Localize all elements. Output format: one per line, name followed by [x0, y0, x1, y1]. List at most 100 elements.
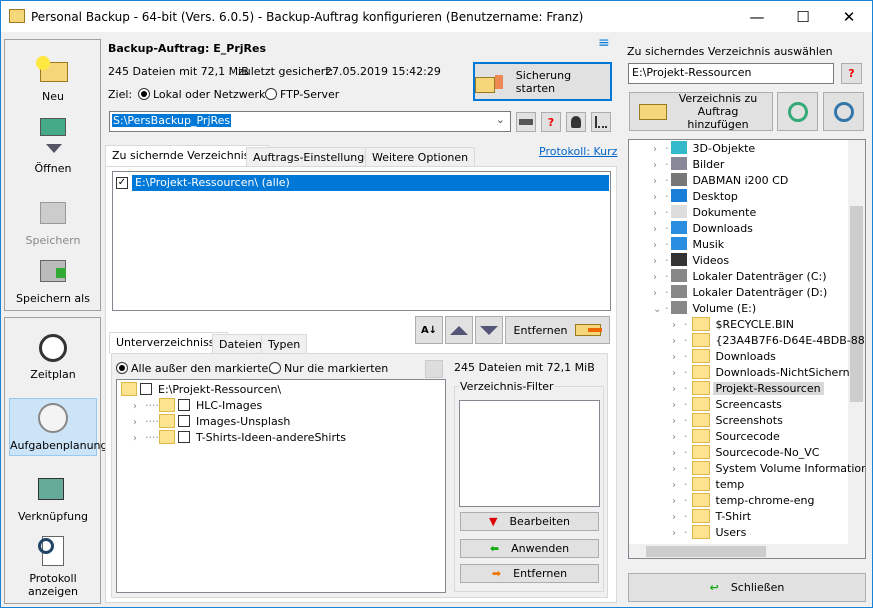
chevron-right-icon[interactable]: ›	[653, 142, 665, 158]
schedule-button[interactable]: Zeitplan	[9, 332, 97, 381]
maximize-button[interactable]: ☐	[780, 1, 826, 32]
target-local-radio[interactable]: Lokal oder Netzwerk	[138, 88, 265, 101]
folder-tree-item[interactable]: › · 3D-Objekte	[653, 141, 755, 157]
chevron-right-icon[interactable]: ›	[653, 238, 665, 254]
folder-tree-item[interactable]: › · T-Shirt	[672, 509, 751, 525]
folder-tree-item[interactable]: ⌄ · Volume (E:)	[653, 301, 756, 317]
folder-tree-item[interactable]: › · temp-chrome-eng	[672, 493, 814, 509]
chevron-right-icon[interactable]: ›	[653, 270, 665, 286]
task-scheduler-button[interactable]: Aufgabenplanung	[9, 398, 108, 456]
chevron-right-icon[interactable]: ›	[672, 334, 684, 350]
user-button[interactable]	[566, 112, 586, 132]
chevron-right-icon[interactable]: ›	[653, 190, 665, 206]
right-help-button[interactable]: ?	[841, 63, 862, 84]
scrollbar-thumb[interactable]	[850, 206, 863, 402]
apply-filter-button[interactable]: ⬅ Anwenden	[460, 539, 599, 558]
chevron-right-icon[interactable]: ›	[672, 382, 684, 398]
folder-tree-item[interactable]: › · {23A4B7F6-D64E-4BDB-888B	[672, 333, 865, 350]
radio-all-except[interactable]: Alle außer den markierten	[116, 362, 275, 375]
list-item[interactable]: ✓ E:\Projekt-Ressourcen\ (alle)	[115, 175, 609, 191]
tab-directories[interactable]: Zu sichernde Verzeichnisse	[105, 145, 269, 167]
close-dialog-button[interactable]: ↩ Schließen	[628, 573, 866, 602]
chevron-right-icon[interactable]: ›	[672, 478, 684, 494]
chevron-right-icon[interactable]: ›	[653, 286, 665, 302]
search-back-button[interactable]	[777, 92, 818, 131]
folder-tree-item[interactable]: › · DABMAN i200 CD	[653, 173, 788, 189]
protocol-link[interactable]: Protokoll: Kurz	[539, 145, 617, 158]
edit-filter-button[interactable]: ▼ Bearbeiten	[460, 512, 599, 531]
add-directory-button[interactable]: Verzeichnis zu Auftrag hinzufügen	[629, 92, 773, 131]
shortcut-button[interactable]: Verknüpfung	[9, 474, 97, 523]
folder-tree-item[interactable]: › · $RECYCLE.BIN	[672, 317, 794, 333]
directory-filter-input[interactable]	[459, 400, 600, 507]
search-forward-button[interactable]	[823, 92, 864, 131]
folder-tree-item[interactable]: › · Users	[672, 525, 746, 541]
tree-root[interactable]: E:\Projekt-Ressourcen\	[121, 382, 281, 398]
chevron-right-icon[interactable]: ›	[672, 350, 684, 366]
open-button[interactable]: Öffnen	[9, 116, 97, 175]
chevron-down-icon[interactable]: ⌄	[653, 302, 665, 318]
remove-filter-button[interactable]: ➡ Entfernen	[460, 564, 599, 583]
chevron-right-icon[interactable]: ›	[672, 446, 684, 462]
subtab-subdirectories[interactable]: Unterverzeichnisse	[109, 332, 229, 354]
folder-tree-item[interactable]: › · Lokaler Datenträger (C:)	[653, 269, 827, 285]
move-down-button[interactable]	[475, 316, 503, 344]
folder-tree-item[interactable]: › · Downloads-NichtSichern	[672, 365, 850, 381]
tab-more-options[interactable]: Weitere Optionen	[365, 147, 476, 167]
folder-tree-item[interactable]: › · Screencasts	[672, 397, 782, 413]
drive-button[interactable]	[516, 112, 536, 132]
chevron-right-icon[interactable]: ›	[653, 158, 665, 174]
new-button[interactable]: Neu	[9, 54, 97, 103]
directory-list[interactable]: ✓ E:\Projekt-Ressourcen\ (alle)	[112, 171, 611, 311]
horizontal-scrollbar[interactable]	[629, 544, 865, 558]
folder-tree-item[interactable]: › · Sourcecode-No_VC	[672, 445, 819, 461]
help-button[interactable]: ?	[541, 112, 561, 132]
chevron-right-icon[interactable]: ›	[653, 174, 665, 190]
tree-item[interactable]: › ···· Images-Unsplash	[133, 414, 290, 430]
chevron-right-icon[interactable]: ›	[653, 206, 665, 222]
folder-tree[interactable]: › · 3D-Objekte › · Bilder › · DABMAN i200 CD › · De…	[628, 139, 866, 559]
chevron-right-icon[interactable]: ›	[672, 366, 684, 382]
chevron-right-icon[interactable]: ›	[672, 510, 684, 526]
chevron-right-icon[interactable]: ›	[653, 222, 665, 238]
close-button[interactable]: ✕	[826, 1, 872, 32]
directory-path-input[interactable]: E:\Projekt-Ressourcen	[628, 63, 834, 84]
tree-item[interactable]: › ···· HLC-Images	[133, 398, 262, 414]
refresh-icon[interactable]	[425, 360, 443, 378]
folder-tree-item[interactable]: › · Lokaler Datenträger (D:)	[653, 285, 827, 301]
start-backup-button[interactable]: Sicherung starten	[473, 62, 612, 101]
folder-tree-item[interactable]: › · Videos	[653, 253, 729, 269]
chevron-right-icon[interactable]: ›	[672, 462, 684, 478]
folder-tree-item[interactable]: › · temp	[672, 477, 744, 493]
folder-tree-item[interactable]: › · Musik	[653, 237, 724, 253]
folder-tree-item[interactable]: › · Downloads	[672, 349, 776, 365]
target-ftp-radio[interactable]: FTP-Server	[265, 88, 339, 101]
menu-icon[interactable]: ≡	[598, 36, 610, 50]
subtab-types[interactable]: Typen	[261, 334, 308, 354]
folder-tree-item[interactable]: › · Screenshots	[672, 413, 783, 429]
sort-button[interactable]: A↓	[415, 316, 443, 344]
target-path-combo[interactable]: S:\PersBackup_PrjRes ⌄	[109, 111, 511, 132]
save-button[interactable]: Speichern	[9, 198, 97, 247]
tree-item[interactable]: › ···· T-Shirts-Ideen-andereShirts	[133, 430, 346, 446]
chevron-right-icon[interactable]: ›	[672, 430, 684, 446]
folder-tree-item[interactable]: › · Downloads	[653, 221, 753, 237]
remove-directory-button[interactable]: Entfernen	[505, 316, 610, 344]
folder-tree-item[interactable]: › · Desktop	[653, 189, 738, 205]
folder-tree-item[interactable]: › · Sourcecode	[672, 429, 780, 445]
folder-tree-item[interactable]: › · Bilder	[653, 157, 724, 173]
folder-tree-item[interactable]: › · Dokumente	[653, 205, 756, 221]
folder-tree-item[interactable]: › · System Volume Information	[672, 461, 865, 478]
h-scrollbar-thumb[interactable]	[646, 546, 766, 557]
chevron-right-icon[interactable]: ›	[672, 398, 684, 414]
chevron-right-icon[interactable]: ›	[672, 526, 684, 542]
structure-button[interactable]	[591, 112, 611, 132]
chevron-right-icon[interactable]: ›	[653, 254, 665, 270]
show-log-button[interactable]: Protokoll anzeigen	[9, 536, 97, 598]
move-up-button[interactable]	[445, 316, 473, 344]
minimize-button[interactable]: —	[734, 1, 780, 32]
chevron-right-icon[interactable]: ›	[672, 318, 684, 334]
chevron-right-icon[interactable]: ›	[672, 494, 684, 510]
radio-only-marked[interactable]: Nur die markierten	[269, 362, 388, 375]
subdirectory-tree[interactable]: E:\Projekt-Ressourcen\ › ···· HLC-Images ›…	[116, 379, 446, 593]
